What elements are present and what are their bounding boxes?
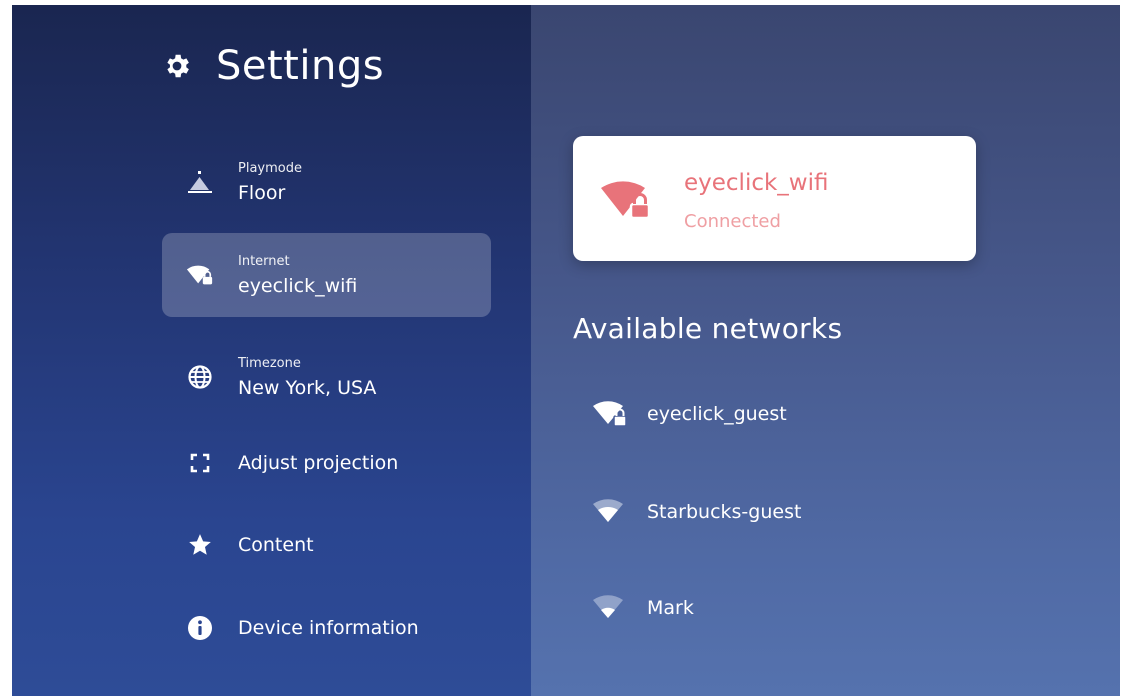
internet-panel: eyeclick_wifi Connected Available networ… xyxy=(531,5,1120,696)
network-item-starbucks-guest[interactable]: Starbucks-guest xyxy=(591,492,801,532)
wifi-lock-icon xyxy=(186,261,214,289)
wifi-icon xyxy=(593,595,623,618)
wifi-lock-icon xyxy=(601,181,651,220)
info-icon xyxy=(186,614,214,642)
sidebar-item-internet[interactable]: Internet eyeclick_wifi xyxy=(162,233,491,317)
wifi-lock-icon xyxy=(593,401,627,427)
network-item-mark[interactable]: Mark xyxy=(591,588,694,628)
globe-icon xyxy=(186,363,214,391)
gear-icon xyxy=(167,54,189,78)
connected-network-name: eyeclick_wifi xyxy=(684,170,829,196)
sidebar-item-label: Device information xyxy=(238,617,419,639)
playmode-icon xyxy=(186,168,214,196)
sidebar-item-content[interactable]: Content xyxy=(162,503,491,587)
sidebar-item-device-information[interactable]: Device information xyxy=(162,586,491,670)
sidebar-item-value: Floor xyxy=(238,181,286,204)
wifi-icon xyxy=(593,499,623,522)
sidebar-item-adjust-projection[interactable]: Adjust projection xyxy=(162,421,491,505)
connected-network-card[interactable]: eyeclick_wifi Connected xyxy=(573,136,976,261)
network-name: Mark xyxy=(647,597,694,619)
sidebar-item-value: New York, USA xyxy=(238,376,377,399)
sidebar-item-label: Adjust projection xyxy=(238,452,399,474)
sidebar-item-caption: Internet xyxy=(238,253,290,269)
settings-sidebar: Settings Playmode Floor Internet eyeclic… xyxy=(12,5,531,696)
sidebar-item-timezone[interactable]: Timezone New York, USA xyxy=(162,335,491,419)
sidebar-item-value: eyeclick_wifi xyxy=(238,274,358,297)
network-item-eyeclick-guest[interactable]: eyeclick_guest xyxy=(591,394,787,434)
settings-screen: Settings Playmode Floor Internet eyeclic… xyxy=(12,5,1120,696)
sidebar-item-caption: Timezone xyxy=(238,355,301,371)
network-name: eyeclick_guest xyxy=(647,403,787,425)
sidebar-item-playmode[interactable]: Playmode Floor xyxy=(162,140,491,224)
page-header: Settings xyxy=(162,43,384,89)
available-networks-heading: Available networks xyxy=(573,312,843,345)
star-icon xyxy=(186,531,214,559)
page-title: Settings xyxy=(216,43,385,89)
connection-status: Connected xyxy=(684,211,781,232)
frame-corners-icon xyxy=(186,449,214,477)
sidebar-item-label: Content xyxy=(238,534,314,556)
sidebar-item-caption: Playmode xyxy=(238,160,302,176)
network-name: Starbucks-guest xyxy=(647,501,802,523)
